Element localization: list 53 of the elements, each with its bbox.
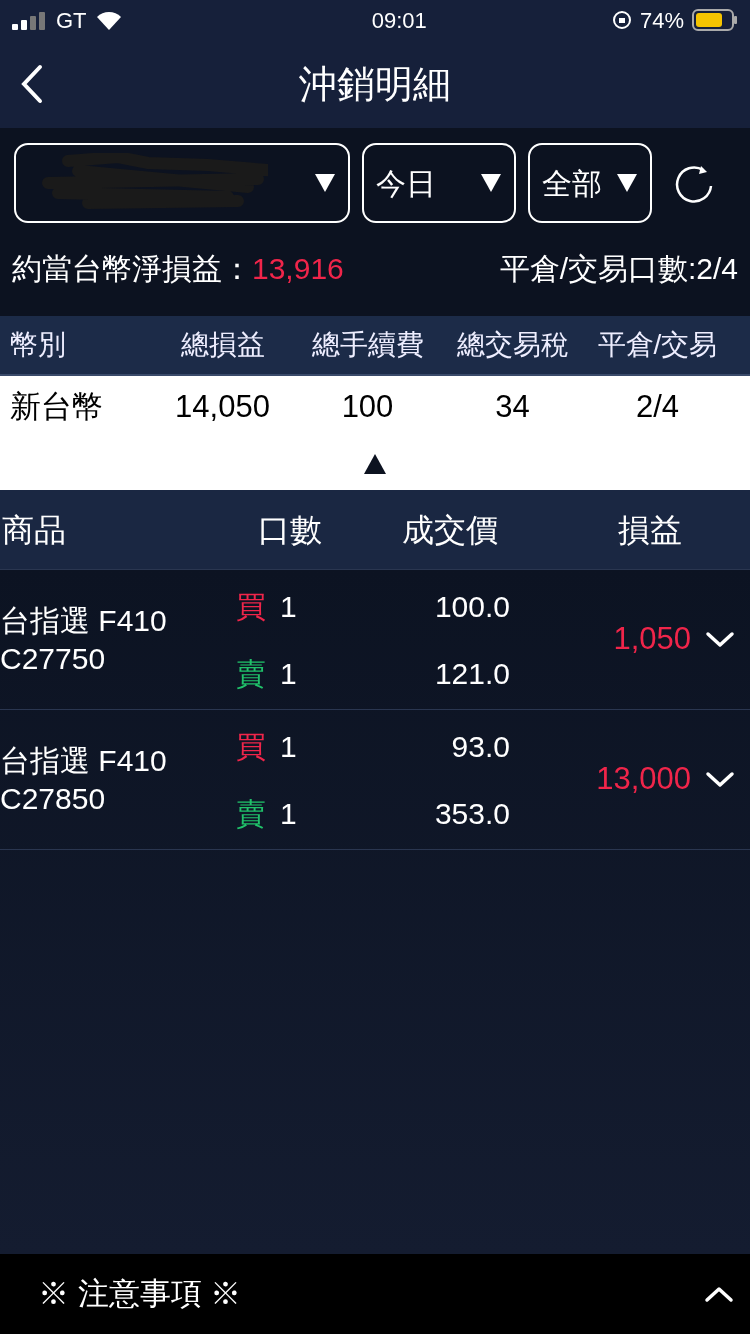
wifi-icon [94, 10, 123, 30]
column-header: 幣別 [9, 328, 67, 362]
table-cell-text: 新台幣 [9, 387, 104, 426]
price-text: 353.0 [433, 795, 510, 832]
trade-side-label: 賣 [236, 795, 267, 832]
quantity-text: 1 [280, 728, 298, 765]
product-name: 台指選 F410 C27750 [0, 602, 168, 677]
battery-percent: 74% [639, 6, 684, 35]
net-pnl-value: 13,916 [252, 250, 344, 287]
table-cell-text: 2/4 [634, 387, 681, 426]
column-header: 總交易稅 [455, 328, 570, 362]
trade-side-label: 買 [236, 728, 267, 765]
trade-side-label: 買 [236, 588, 267, 625]
trade-side-label: 賣 [236, 655, 267, 692]
product-name: 台指選 F410 C27850 [0, 742, 168, 817]
column-header: 平倉/交易 [596, 328, 719, 362]
dropdown-triangle-icon [616, 173, 638, 193]
pnl-value: 13,000 [595, 760, 691, 799]
up-triangle-icon [363, 453, 387, 475]
page-title: 沖銷明細 [299, 61, 451, 107]
quantity-text: 1 [280, 795, 298, 832]
expand-chevron-icon[interactable] [705, 630, 735, 649]
table-cell-text: 100 [340, 387, 395, 426]
expand-chevron-icon[interactable] [704, 1285, 734, 1303]
price-text: 93.0 [450, 728, 510, 765]
table-cell-text: 34 [494, 387, 531, 426]
column-header: 商品 [1, 510, 67, 550]
quantity-text: 1 [280, 588, 298, 625]
filter-dropdown[interactable]: 全部 [528, 143, 652, 223]
rotation-lock-icon [611, 10, 632, 30]
column-header: 成交價 [401, 510, 499, 550]
account-dropdown[interactable] [14, 143, 350, 223]
battery-icon [692, 9, 738, 31]
back-icon [20, 64, 44, 104]
column-header: 口數 [257, 510, 323, 550]
signal-icon [12, 10, 48, 30]
column-header: 總手續費 [310, 328, 425, 362]
dropdown-triangle-icon [480, 173, 502, 193]
quantity-text: 1 [280, 655, 298, 692]
dropdown-triangle-icon [314, 173, 336, 193]
expand-chevron-icon[interactable] [705, 770, 735, 789]
pnl-value: 1,050 [612, 620, 691, 659]
price-text: 121.0 [433, 655, 510, 692]
column-header: 損益 [617, 510, 683, 550]
filter-dropdown[interactable]: 今日 [362, 143, 516, 223]
clock-text: 09:01 [371, 6, 427, 35]
trade-count-text: 平倉/交易口數:2/4 [499, 250, 738, 287]
column-header: 總損益 [179, 328, 266, 362]
table-cell-text: 14,050 [174, 387, 271, 426]
notice-text: ※ 注意事項 ※ [38, 1274, 242, 1313]
net-pnl-label: 約當台幣淨損益： [12, 250, 252, 287]
carrier-text: GT [56, 6, 87, 35]
price-text: 100.0 [433, 588, 510, 625]
